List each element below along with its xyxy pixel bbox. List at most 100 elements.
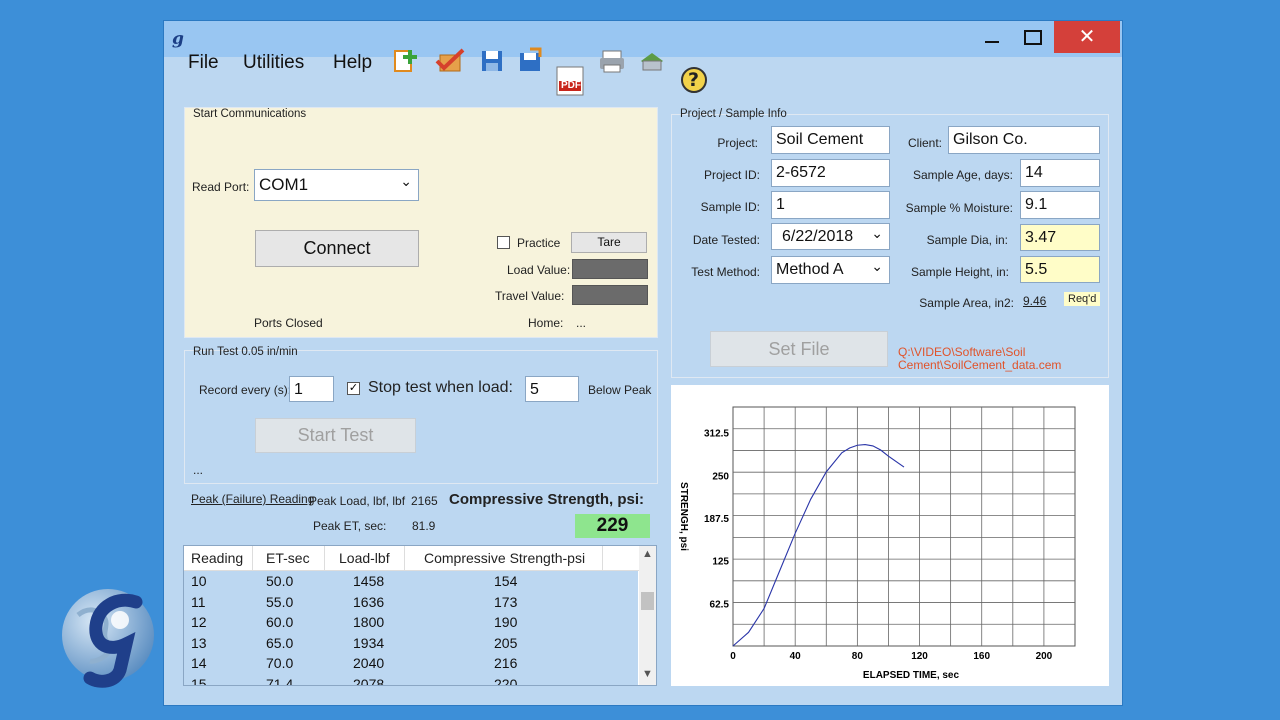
read-port-label: Read Port: xyxy=(192,180,250,194)
col-load-lbf[interactable]: Load-lbf xyxy=(339,550,390,566)
table-row[interactable]: 14 70.0 2040 216 xyxy=(184,653,638,675)
reqd-badge: Req'd xyxy=(1064,292,1101,306)
test-method-label: Test Method: xyxy=(691,265,760,279)
cell-reading: 13 xyxy=(191,634,207,651)
close-button[interactable]: ✕ xyxy=(1054,21,1120,53)
strength-chart: 0 40 80 120 160 200 62.5 125 187.5 250 312.5 ELAPSE… xyxy=(671,385,1109,686)
sample-area-label: Sample Area, in2: xyxy=(919,296,1014,310)
tare-button[interactable]: Tare xyxy=(571,232,647,253)
set-file-button[interactable]: Set File xyxy=(710,331,888,367)
save-icon[interactable] xyxy=(478,47,506,75)
sample-dia-input[interactable]: 3.47 xyxy=(1020,224,1100,251)
close-icon: ✕ xyxy=(1078,26,1096,48)
run-status: ... xyxy=(193,463,204,477)
table-row[interactable]: 12 60.0 1800 190 xyxy=(184,612,638,634)
cell-et-sec: 50.0 xyxy=(266,573,294,589)
table-row[interactable]: 13 65.0 1934 205 xyxy=(184,632,638,654)
client-input[interactable]: Gilson Co. xyxy=(948,126,1100,154)
y-tick-label: 250 xyxy=(712,471,729,482)
x-tick-label: 40 xyxy=(790,651,802,662)
peak-et-label: Peak ET, sec: xyxy=(313,519,387,533)
sample-moisture-input[interactable]: 9.1 xyxy=(1020,191,1100,219)
cell-et-sec: 65.0 xyxy=(266,634,294,651)
project-id-input[interactable]: 2-6572 xyxy=(771,159,890,187)
col-et-sec[interactable]: ET-sec xyxy=(266,550,310,566)
start-communications-title: Start Communications xyxy=(193,108,307,120)
y-tick-label: 187.5 xyxy=(704,514,729,525)
travel-value-display xyxy=(572,285,648,305)
scroll-thumb[interactable] xyxy=(641,592,654,610)
cell-et-sec: 71.4 xyxy=(266,676,294,686)
table-scrollbar[interactable]: ▲ ▼ xyxy=(639,546,656,685)
cell-compressive-strength: 205 xyxy=(494,634,518,651)
cell-load-lbf: 1934 xyxy=(353,634,385,651)
compressive-strength-label: Compressive Strength, psi: xyxy=(449,491,645,508)
cell-reading: 10 xyxy=(191,573,207,589)
sample-id-input[interactable]: 1 xyxy=(771,191,890,219)
project-input[interactable]: Soil Cement xyxy=(771,126,890,154)
table-row[interactable]: 15 71.4 2078 220 xyxy=(184,674,638,686)
cell-load-lbf: 2078 xyxy=(353,676,385,686)
scroll-up-icon[interactable]: ▲ xyxy=(642,548,653,560)
x-tick-label: 120 xyxy=(911,651,928,662)
y-tick-label: 125 xyxy=(712,557,729,568)
col-reading[interactable]: Reading xyxy=(191,550,243,566)
cell-compressive-strength: 220 xyxy=(494,676,518,686)
col-compressive-strength[interactable]: Compressive Strength-psi xyxy=(424,550,585,566)
sample-height-label: Sample Height, in: xyxy=(910,265,1009,279)
test-method-select[interactable]: Method A xyxy=(771,253,890,284)
table-row[interactable]: 10 50.0 1458 154 xyxy=(184,571,638,592)
connect-button[interactable]: Connect xyxy=(255,230,419,267)
menu-utilities[interactable]: Utilities xyxy=(243,52,304,74)
peak-reading-label[interactable]: Peak (Failure) Reading xyxy=(191,492,314,506)
sample-dia-label: Sample Dia, in: xyxy=(926,233,1008,247)
project-label: Project: xyxy=(717,136,758,150)
x-tick-label: 80 xyxy=(852,651,864,662)
new-icon[interactable] xyxy=(392,47,420,75)
sample-age-input[interactable]: 14 xyxy=(1020,159,1100,187)
menu-help[interactable]: Help xyxy=(333,52,372,74)
cell-et-sec: 60.0 xyxy=(266,614,294,631)
file-path-line-1: Q:\VIDEO\Software\Soil xyxy=(898,345,1026,359)
cell-et-sec: 55.0 xyxy=(266,593,294,610)
start-test-button[interactable]: Start Test xyxy=(255,418,416,453)
cell-load-lbf: 2040 xyxy=(353,655,385,672)
y-tick-label: 62.5 xyxy=(710,599,730,610)
printer-setup-icon[interactable] xyxy=(638,47,666,75)
sample-height-input[interactable]: 5.5 xyxy=(1020,256,1100,283)
run-test-title: Run Test 0.05 in/min xyxy=(193,346,298,358)
client-label: Client: xyxy=(907,136,942,150)
readings-table[interactable]: Reading ET-sec Load-lbf Compressive Stre… xyxy=(183,545,657,686)
export-icon[interactable] xyxy=(516,47,544,75)
cell-et-sec: 70.0 xyxy=(266,655,294,672)
stop-load-input[interactable]: 5 xyxy=(525,376,579,402)
x-tick-label: 160 xyxy=(973,651,990,662)
print-icon[interactable] xyxy=(598,47,626,75)
maximize-button[interactable] xyxy=(1012,21,1052,53)
cell-load-lbf: 1636 xyxy=(353,593,385,610)
sample-id-label: Sample ID: xyxy=(700,200,760,214)
scroll-down-icon[interactable]: ▼ xyxy=(642,668,653,680)
practice-checkbox[interactable] xyxy=(497,236,510,249)
project-id-label: Project ID: xyxy=(703,168,760,182)
record-every-input[interactable]: 1 xyxy=(289,376,334,402)
home-label: Home: xyxy=(528,316,564,330)
peak-load-value: 2165 xyxy=(411,494,438,508)
travel-value-label: Travel Value: xyxy=(495,289,565,303)
file-path-line-2: Cement\SoilCement_data.cem xyxy=(898,358,1062,372)
help-icon[interactable]: ? xyxy=(680,66,708,94)
menu-file[interactable]: File xyxy=(188,52,219,74)
stop-test-checkbox[interactable]: ✓ xyxy=(347,382,360,395)
practice-label: Practice xyxy=(517,236,561,250)
pdf-icon[interactable]: PDF xyxy=(555,65,587,97)
check-icon[interactable] xyxy=(434,47,465,75)
y-axis-label: STRENGH, psi xyxy=(678,482,689,551)
date-tested-picker[interactable]: 6/22/2018 xyxy=(771,220,890,250)
cell-load-lbf: 1458 xyxy=(353,573,385,589)
read-port-select[interactable]: COM1 xyxy=(254,166,419,201)
cell-compressive-strength: 216 xyxy=(494,655,518,672)
minimize-button[interactable] xyxy=(972,21,1012,53)
table-row[interactable]: 11 55.0 1636 173 xyxy=(184,591,638,613)
date-tested-label: Date Tested: xyxy=(692,233,760,247)
cell-load-lbf: 1800 xyxy=(353,614,385,631)
